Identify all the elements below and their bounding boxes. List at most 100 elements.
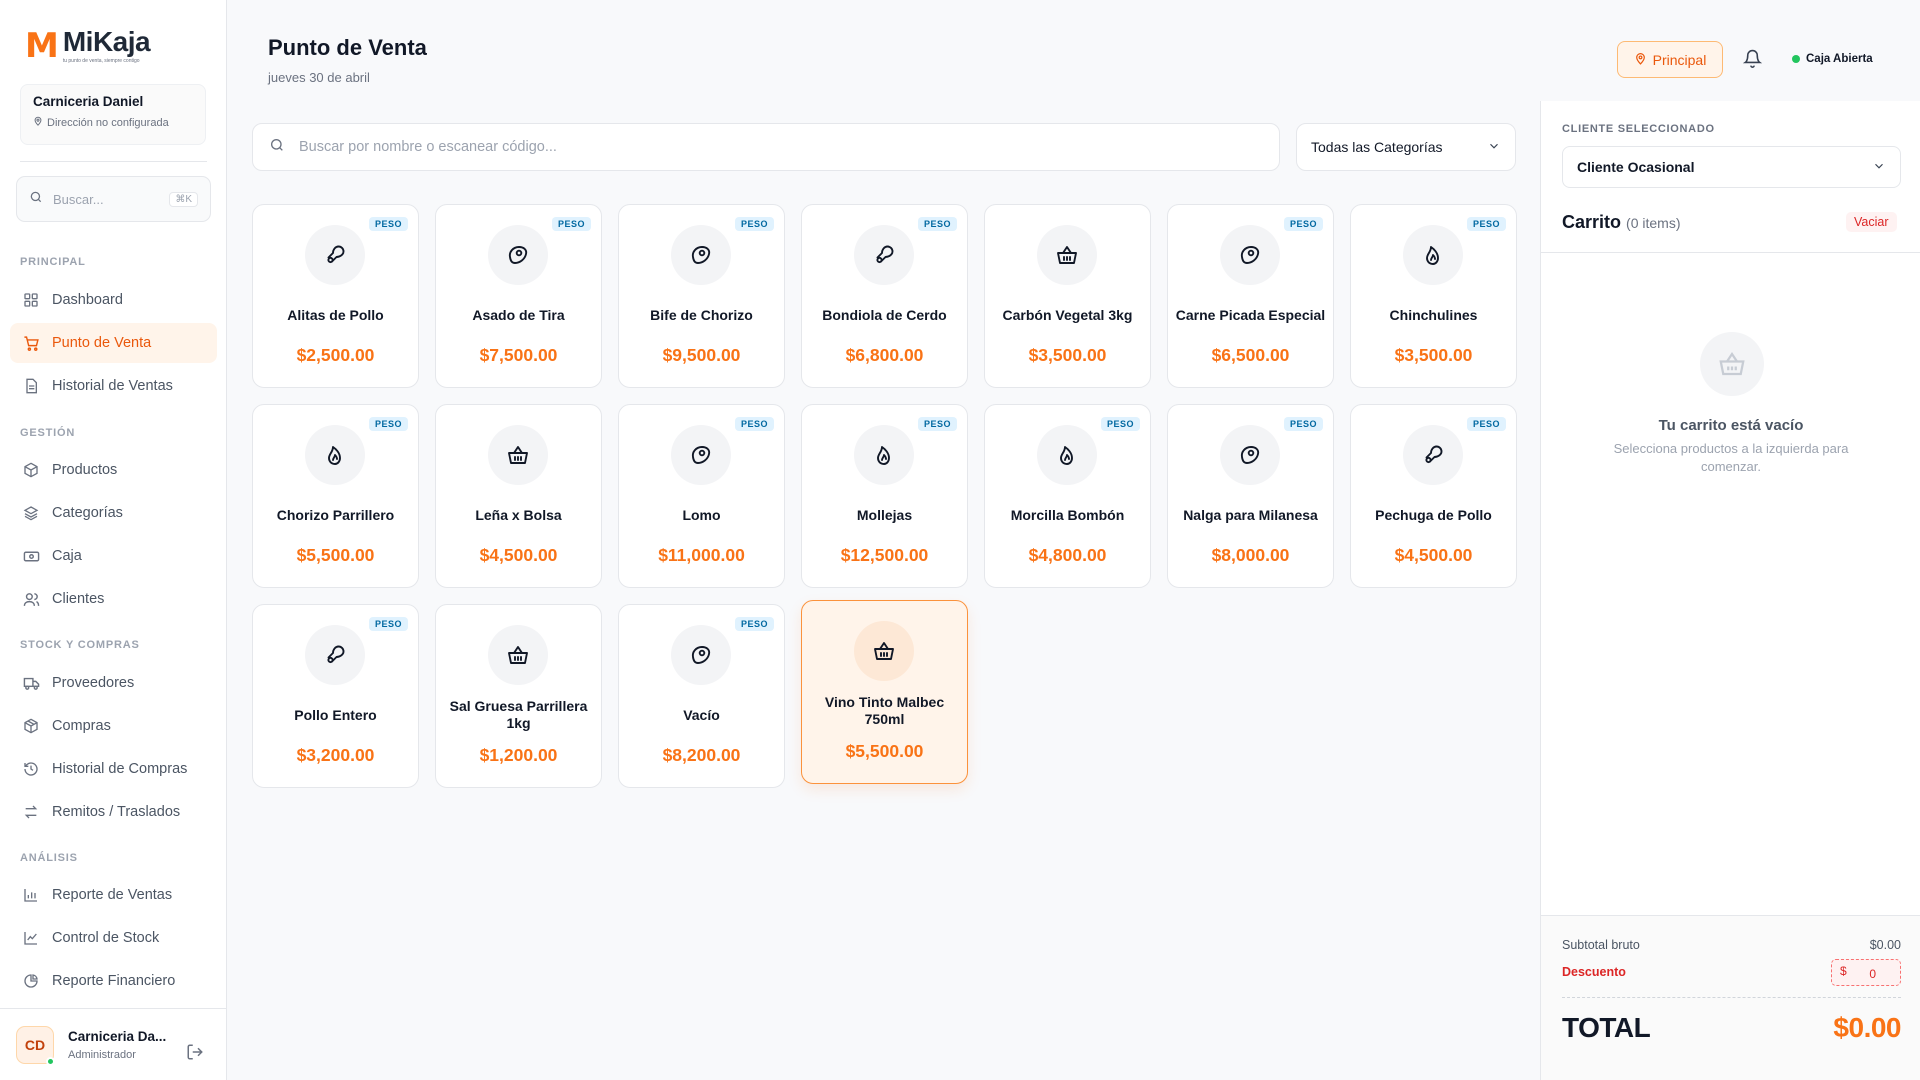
subtotal-row: Subtotal bruto $0.00	[1562, 938, 1901, 952]
product-name: Pechuga de Pollo	[1375, 506, 1492, 523]
product-name: Carbón Vegetal 3kg	[1002, 306, 1133, 323]
product-price: $4,500.00	[479, 545, 558, 565]
package-icon	[22, 717, 40, 735]
sidebar-search[interactable]: Buscar... ⌘K	[16, 176, 211, 222]
product-card[interactable]: Sal Gruesa Parrillera 1kg $1,200.00	[435, 604, 602, 788]
sidebar-item-categorias[interactable]: Categorías	[10, 493, 217, 533]
sidebar-item-control-stock[interactable]: Control de Stock	[10, 918, 217, 958]
empty-cart-title: Tu carrito está vacío	[1658, 417, 1804, 434]
logout-icon[interactable]	[186, 1043, 204, 1066]
product-card[interactable]: Carbón Vegetal 3kg $3,500.00	[984, 204, 1151, 388]
product-price: $3,500.00	[1394, 345, 1473, 365]
basket-icon	[854, 621, 914, 681]
pie-chart-icon	[22, 972, 40, 990]
drumstick-icon	[305, 225, 365, 285]
product-card[interactable]: PESO Bondiola de Cerdo $6,800.00	[801, 204, 968, 388]
sidebar-item-caja[interactable]: Caja	[10, 536, 217, 576]
discount-input[interactable]: $ 0	[1831, 959, 1901, 986]
product-price: $3,500.00	[1028, 345, 1107, 365]
box-icon	[22, 461, 40, 479]
product-price: $6,500.00	[1211, 345, 1290, 365]
sidebar-search-placeholder: Buscar...	[53, 191, 104, 207]
map-pin-icon	[33, 116, 43, 129]
product-card[interactable]: PESO Nalga para Milanesa $8,000.00	[1167, 404, 1334, 588]
user-profile: CD Carniceria Da... Administrador	[0, 1008, 227, 1080]
product-card[interactable]: PESO Carne Picada Especial $6,500.00	[1167, 204, 1334, 388]
sidebar-item-label: Historial de Ventas	[52, 378, 173, 394]
weight-badge: PESO	[734, 217, 774, 231]
weight-badge: PESO	[551, 217, 591, 231]
sidebar-item-compras[interactable]: Compras	[10, 706, 217, 746]
product-name: Nalga para Milanesa	[1183, 506, 1318, 523]
product-price: $9,500.00	[662, 345, 741, 365]
sidebar-item-clientes[interactable]: Clientes	[10, 579, 217, 619]
product-card[interactable]: PESO Bife de Chorizo $9,500.00	[618, 204, 785, 388]
drumstick-icon	[1403, 425, 1463, 485]
sidebar-item-historial-compras[interactable]: Historial de Compras	[10, 749, 217, 789]
steak-icon	[671, 225, 731, 285]
sidebar-item-productos[interactable]: Productos	[10, 450, 217, 490]
product-card[interactable]: Leña x Bolsa $4,500.00	[435, 404, 602, 588]
product-card[interactable]: PESO Vacío $8,200.00	[618, 604, 785, 788]
discount-label: Descuento	[1562, 965, 1626, 979]
logo-tagline: tu punto de venta, siempre contigo	[62, 58, 140, 64]
product-card[interactable]: PESO Morcilla Bombón $4,800.00	[984, 404, 1151, 588]
product-price: $3,200.00	[296, 745, 375, 765]
weight-badge: PESO	[734, 617, 774, 631]
store-card[interactable]: Carniceria Daniel Dirección no configura…	[20, 84, 206, 145]
status-dot	[1792, 55, 1800, 63]
basket-icon	[488, 425, 548, 485]
caja-status-label: Caja Abierta	[1806, 53, 1873, 65]
document-icon	[22, 377, 40, 395]
product-price: $5,500.00	[845, 741, 924, 761]
sidebar-item-label: Punto de Venta	[52, 335, 152, 351]
transfer-icon	[22, 803, 40, 821]
sidebar-item-reporte-ventas[interactable]: Reporte de Ventas	[10, 875, 217, 915]
empty-cart-subtitle: Selecciona productos a la izquierda para…	[1613, 441, 1849, 474]
product-name: Bondiola de Cerdo	[822, 306, 947, 323]
basket-icon	[488, 625, 548, 685]
sidebar-item-punto-de-venta[interactable]: Punto de Venta	[10, 323, 217, 363]
bell-icon[interactable]	[1742, 49, 1763, 73]
flame-icon	[305, 425, 365, 485]
sidebar-item-dashboard[interactable]: Dashboard	[10, 280, 217, 320]
sidebar-item-proveedores[interactable]: Proveedores	[10, 663, 217, 703]
sidebar-item-label: Compras	[52, 718, 111, 734]
flame-icon	[854, 425, 914, 485]
sidebar-item-reporte-financiero[interactable]: Reporte Financiero	[10, 961, 217, 1001]
product-card[interactable]: PESO Pollo Entero $3,200.00	[252, 604, 419, 788]
category-select[interactable]: Todas las Categorías	[1296, 123, 1516, 171]
store-name: Carniceria Daniel	[33, 94, 144, 109]
product-card[interactable]: PESO Chinchulines $3,500.00	[1350, 204, 1517, 388]
weight-badge: PESO	[1283, 217, 1323, 231]
steak-icon	[488, 225, 548, 285]
totals-box: Subtotal bruto $0.00 Descuento $ 0 TOTAL…	[1541, 915, 1920, 1080]
sidebar-item-historial-ventas[interactable]: Historial de Ventas	[10, 366, 217, 406]
branch-button[interactable]: Principal	[1617, 41, 1723, 78]
logo-mark: M	[25, 26, 59, 66]
product-name: Chorizo Parrillero	[276, 506, 395, 523]
store-address: Dirección no configurada	[47, 116, 169, 129]
sidebar-item-label: Proveedores	[52, 675, 135, 691]
product-price: $7,500.00	[479, 345, 558, 365]
weight-badge: PESO	[1100, 417, 1140, 431]
product-card[interactable]: PESO Pechuga de Pollo $4,500.00	[1350, 404, 1517, 588]
product-price: $1,200.00	[479, 745, 558, 765]
product-search-input[interactable]: Buscar por nombre o escanear código...	[252, 123, 1280, 171]
product-card[interactable]: PESO Asado de Tira $7,500.00	[435, 204, 602, 388]
section-principal: PRINCIPAL	[20, 256, 86, 268]
steak-icon	[671, 625, 731, 685]
section-stock-compras: STOCK Y COMPRAS	[20, 639, 140, 651]
sidebar-item-remitos[interactable]: Remitos / Traslados	[10, 792, 217, 832]
product-card[interactable]: PESO Lomo $11,000.00	[618, 404, 785, 588]
logo[interactable]: M MiKaja tu punto de venta, siempre cont…	[25, 26, 151, 66]
product-card[interactable]: PESO Chorizo Parrillero $5,500.00	[252, 404, 419, 588]
basket-icon	[1700, 332, 1764, 396]
clear-cart-button[interactable]: Vaciar	[1846, 212, 1897, 232]
online-indicator	[46, 1057, 55, 1066]
product-card[interactable]: Vino Tinto Malbec 750ml $5,500.00	[801, 600, 968, 784]
client-select[interactable]: Cliente Ocasional	[1562, 146, 1901, 188]
product-card[interactable]: PESO Mollejas $12,500.00	[801, 404, 968, 588]
sidebar-item-label: Historial de Compras	[52, 761, 188, 777]
product-card[interactable]: PESO Alitas de Pollo $2,500.00	[252, 204, 419, 388]
